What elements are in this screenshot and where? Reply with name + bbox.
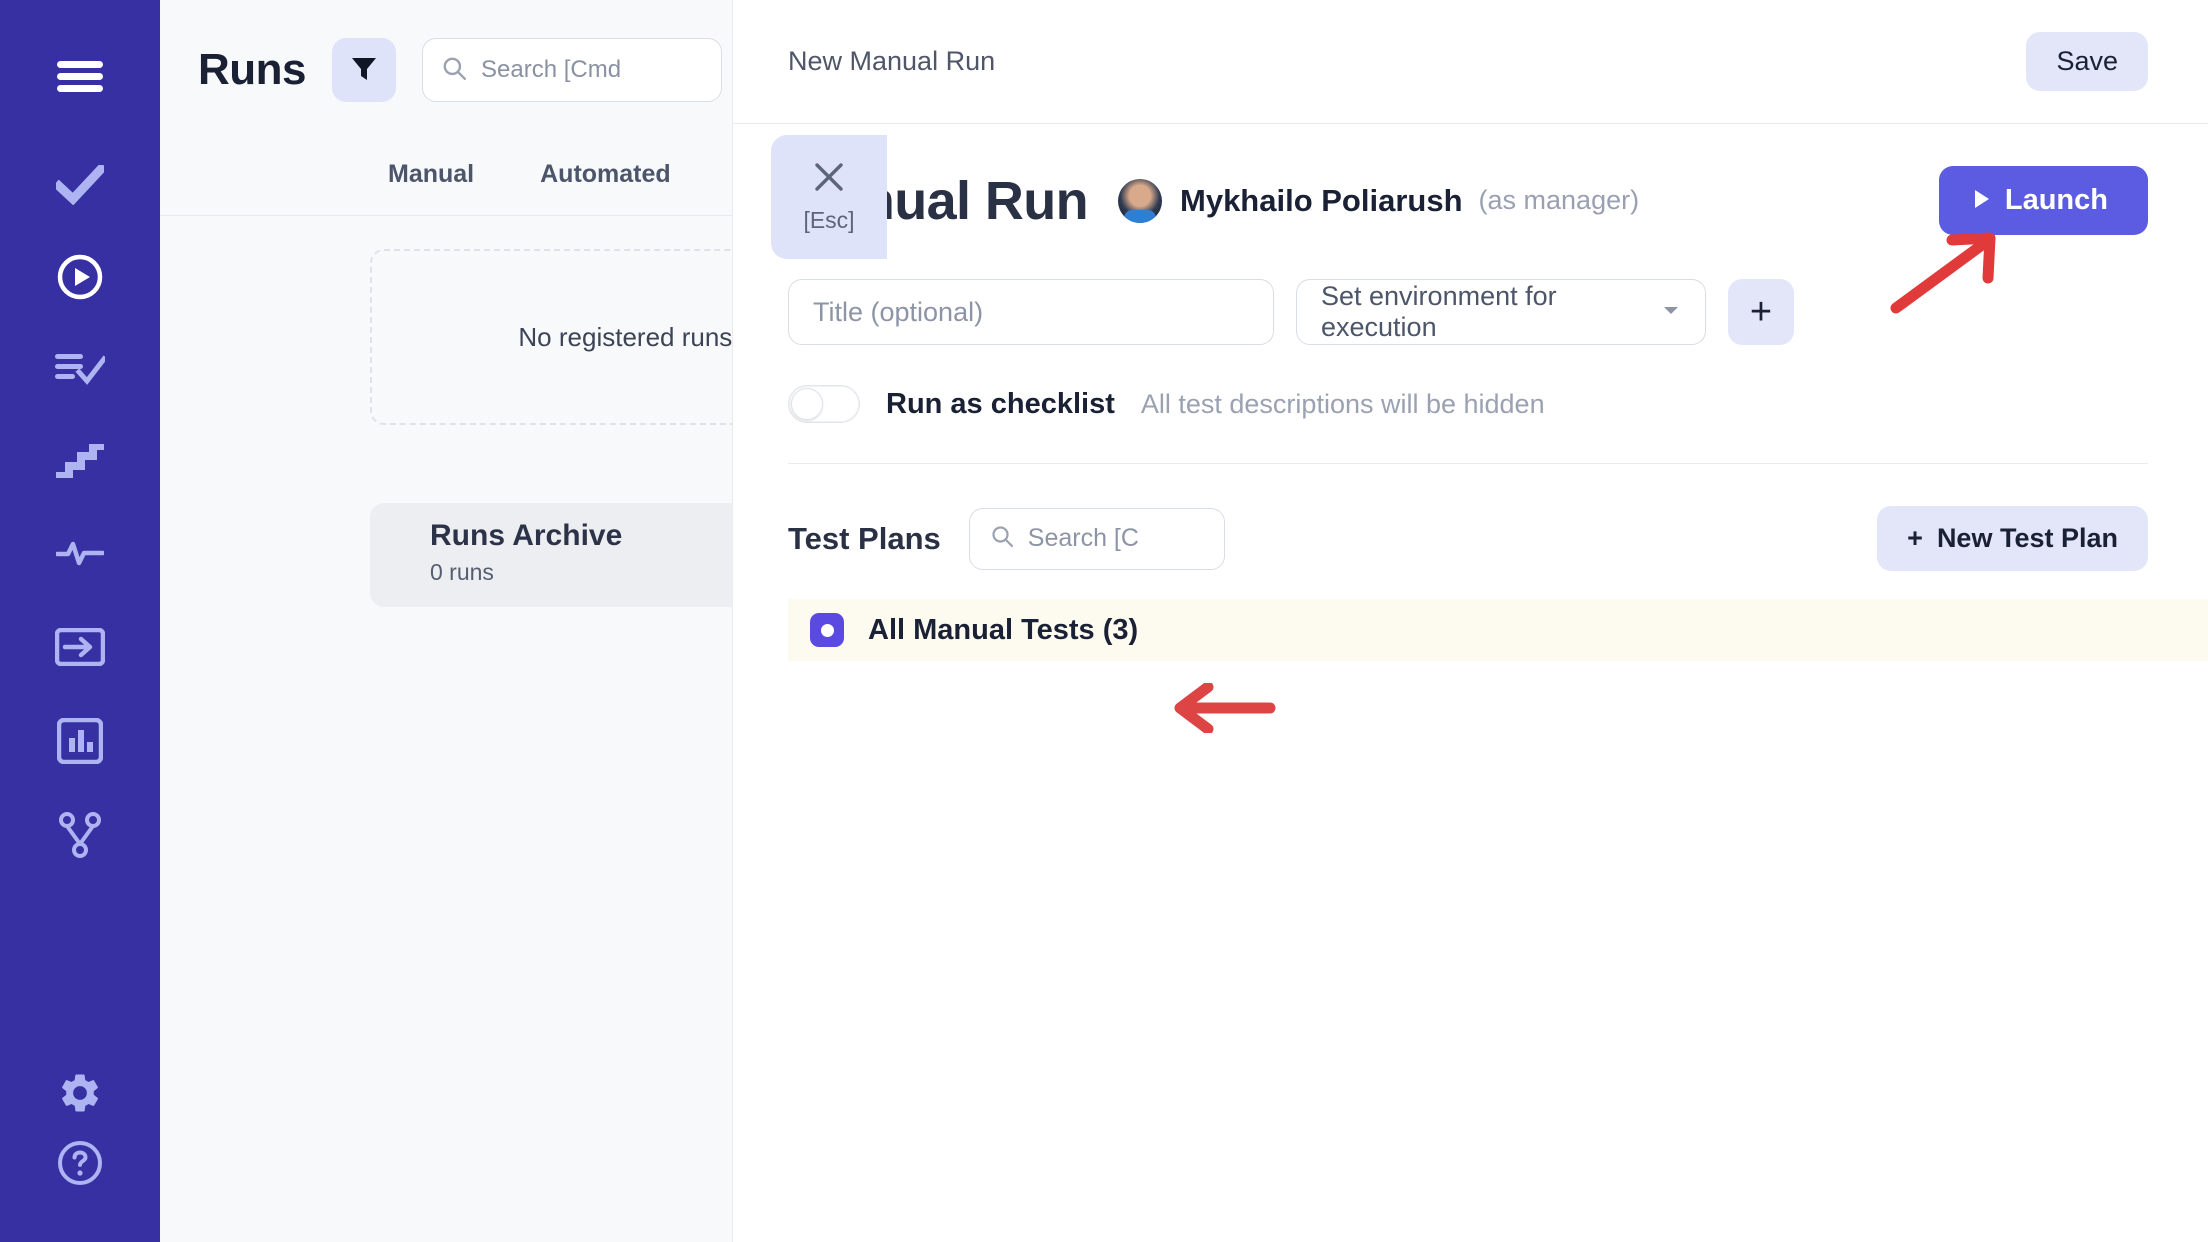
pulse-icon[interactable] (45, 518, 115, 588)
checklist-toggle-row: Run as checklist All test descriptions w… (788, 385, 2148, 423)
user-name: Mykhailo Poliarush (1180, 182, 1463, 218)
new-test-plan-label: New Test Plan (1936, 523, 2118, 553)
save-button[interactable]: Save (2026, 32, 2148, 91)
menu-icon[interactable] (45, 42, 115, 112)
esc-label: [Esc] (803, 207, 855, 233)
primary-sidebar (0, 0, 160, 1242)
panel-toolbar: New Manual Run Save (733, 0, 2208, 124)
checklist-toggle-hint: All test descriptions will be hidden (1140, 388, 1545, 419)
new-manual-run-panel: New Manual Run Save Manual Run Mykhailo … (733, 0, 2208, 1242)
runs-search-input[interactable]: Search [Cmd (422, 38, 722, 102)
add-environment-button[interactable]: + (1728, 279, 1794, 345)
test-plans-title: Test Plans (788, 520, 941, 556)
search-icon (990, 524, 1014, 553)
user-role: (as manager) (1478, 185, 1640, 215)
play-icon (1973, 184, 1991, 217)
avatar (1118, 178, 1162, 223)
environment-select-value: Set environment for execution (1321, 281, 1557, 342)
plus-icon: + (1907, 523, 1923, 553)
close-panel-button[interactable]: [Esc] (771, 135, 887, 259)
section-divider (788, 463, 2148, 464)
run-form-row: Title (optional) Set environment for exe… (788, 279, 2148, 345)
tab-automated[interactable]: Automated (540, 160, 671, 189)
new-test-plan-button[interactable]: + New Test Plan (1877, 506, 2148, 571)
search-icon (441, 55, 467, 86)
test-plan-label: All Manual Tests (3) (868, 613, 1139, 646)
test-plan-radio-selected[interactable] (810, 613, 844, 647)
tab-manual[interactable]: Manual (388, 160, 474, 189)
launch-button-label: Launch (2004, 184, 2108, 216)
stairs-icon[interactable] (45, 426, 115, 496)
run-as-checklist-toggle[interactable] (788, 385, 860, 423)
test-plans-search-placeholder: Search [C (1027, 524, 1139, 552)
toggle-knob (791, 388, 823, 420)
run-header-row: Manual Run Mykhailo Poliarush (as manage… (788, 124, 2148, 235)
import-icon[interactable] (45, 612, 115, 682)
runs-search-placeholder: Search [Cmd (481, 56, 622, 83)
list-check-icon[interactable] (45, 334, 115, 404)
breadcrumb: New Manual Run (788, 46, 996, 76)
help-icon[interactable] (45, 1128, 115, 1198)
runs-list-panel: Runs Search [Cmd [Esc] Manual Automated … (160, 0, 910, 1242)
test-plans-header: Test Plans Search [C + New Test Plan (788, 506, 2148, 571)
title-field-placeholder: Title (optional) (813, 296, 984, 327)
check-icon[interactable] (45, 150, 115, 220)
app-root: Runs Search [Cmd [Esc] Manual Automated … (0, 0, 2208, 1242)
filter-button[interactable] (332, 38, 396, 102)
checklist-toggle-label: Run as checklist (886, 387, 1115, 420)
close-icon (812, 160, 846, 197)
launch-button[interactable]: Launch (1938, 166, 2148, 235)
runs-header: Runs Search [Cmd (160, 0, 732, 102)
title-field[interactable]: Title (optional) (788, 279, 1274, 345)
page-title: Runs (198, 45, 307, 94)
test-plans-search-input[interactable]: Search [C (968, 507, 1225, 570)
panel-body: Manual Run Mykhailo Poliarush (as manage… (733, 124, 2208, 661)
plus-icon: + (1749, 291, 1773, 333)
list-item[interactable]: All Manual Tests (3) (788, 599, 2208, 661)
chevron-down-icon (1661, 303, 1681, 322)
branch-icon[interactable] (45, 800, 115, 870)
gear-icon[interactable] (45, 1058, 115, 1128)
runs-tabs: Manual Automated (160, 114, 732, 216)
chart-icon[interactable] (45, 706, 115, 776)
environment-select[interactable]: Set environment for execution (1296, 279, 1706, 345)
filter-icon (351, 55, 377, 86)
play-circle-icon[interactable] (45, 242, 115, 312)
